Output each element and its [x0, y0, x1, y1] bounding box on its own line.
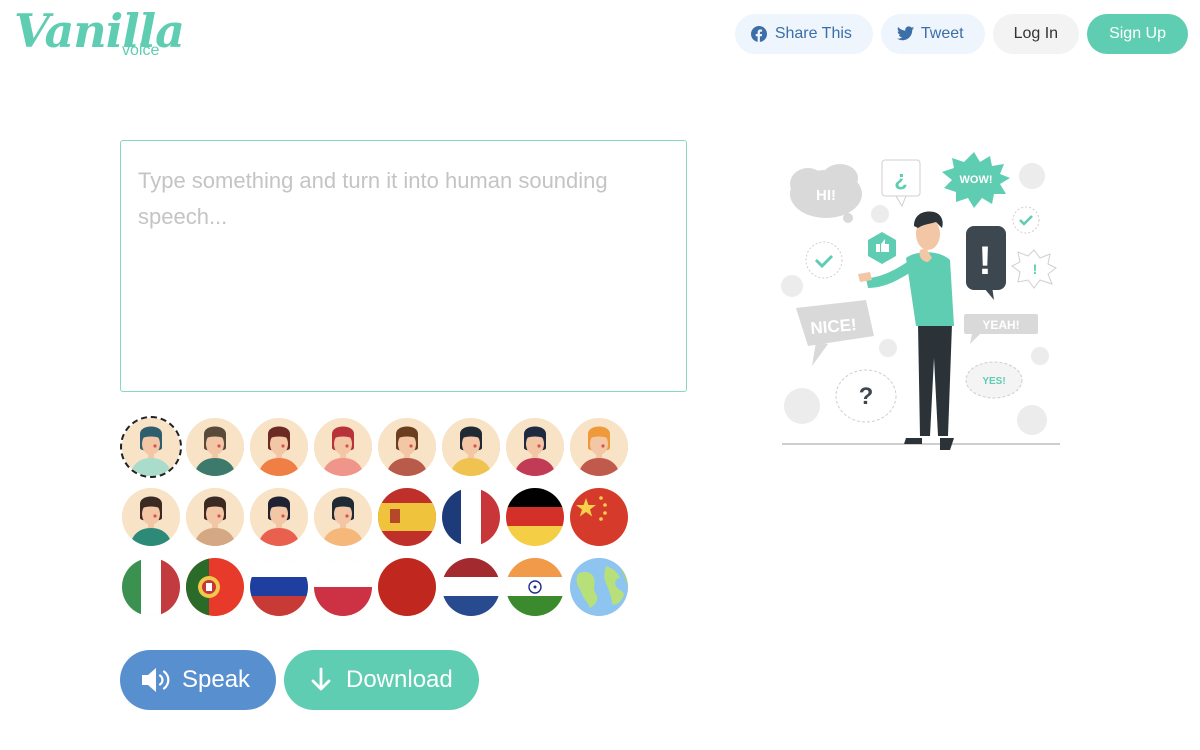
voice-avatar-man-yellow-jacket[interactable] — [442, 418, 500, 476]
speak-button[interactable]: Speak — [120, 650, 276, 710]
language-flag-germany[interactable] — [506, 488, 564, 546]
woman-red-bob-avatar-icon — [314, 418, 372, 476]
language-flag-russia[interactable] — [250, 558, 308, 616]
twitter-bird-icon — [896, 26, 914, 42]
voice-avatar-woman-long-brown-hair[interactable] — [250, 418, 308, 476]
woman-long-brown-hair-avatar-icon — [250, 418, 308, 476]
facebook-icon — [750, 26, 767, 42]
man-tan-shirt-avatar-icon — [186, 488, 244, 546]
russia-flag-icon — [250, 558, 308, 616]
share-this-label: Share This — [774, 25, 852, 42]
poland-flag-icon — [314, 558, 372, 616]
language-flag-italy[interactable] — [122, 558, 180, 616]
france-flag-icon — [442, 488, 500, 546]
woman-teal-hair-avatar-icon — [122, 418, 180, 476]
sign-up-button[interactable]: Sign Up — [1087, 14, 1188, 54]
portugal-flag-icon — [186, 558, 244, 616]
speak-label: Speak — [182, 666, 251, 693]
language-flag-china[interactable] — [570, 488, 628, 546]
yeah-bubble: YEAH! — [964, 314, 1038, 344]
voice-selector-grid — [120, 416, 634, 616]
arrow-down-icon — [310, 667, 332, 693]
world-flag-icon — [570, 558, 628, 616]
speaker-volume-icon — [140, 666, 172, 694]
svg-text:YEAH!: YEAH! — [982, 318, 1019, 332]
svg-text:¿: ¿ — [894, 166, 907, 191]
hi-bubble: HI! — [790, 164, 862, 223]
woman-short-dark-hair-avatar-icon — [122, 488, 180, 546]
woman-orange-hair-avatar-icon — [570, 418, 628, 476]
man-yellow-jacket-avatar-icon — [442, 418, 500, 476]
woman-waving-avatar-icon — [250, 488, 308, 546]
man-orange-cardigan-avatar-icon — [314, 488, 372, 546]
vanilla-voice-logo[interactable]: Vanilla voice — [14, 4, 185, 66]
thumbs-up-bubble — [868, 232, 896, 264]
tweet-label: Tweet — [920, 25, 964, 42]
language-flag-portugal[interactable] — [186, 558, 244, 616]
voice-avatar-man-glasses[interactable] — [506, 418, 564, 476]
japan-flag-icon — [378, 558, 436, 616]
voice-avatar-woman-short-dark-hair[interactable] — [122, 488, 180, 546]
svg-text:NICE!: NICE! — [810, 315, 858, 338]
svg-text:!: ! — [978, 239, 991, 283]
speech-text-input[interactable] — [121, 141, 686, 391]
language-flag-japan[interactable] — [378, 558, 436, 616]
svg-text:?: ? — [859, 383, 874, 410]
man-green-shirt-avatar-icon — [186, 418, 244, 476]
share-this-button[interactable]: Share This — [734, 14, 873, 54]
spain-flag-icon — [378, 488, 436, 546]
inverted-question-bubble: ¿ — [881, 159, 921, 208]
man-glasses-avatar-icon — [506, 418, 564, 476]
yes-bubble: YES! — [965, 361, 1023, 399]
voice-avatar-woman-waving[interactable] — [250, 488, 308, 546]
header-nav: Share This Tweet Log In Sign Up — [734, 14, 1188, 54]
question-bubble: ? — [835, 369, 897, 423]
man-plaid-jacket-avatar-icon — [378, 418, 436, 476]
thinking-man-speech-bubbles-illustration: HI! ¿ WOW! ! ! NICE! YEAH! YES! ? — [778, 148, 1068, 458]
log-in-button[interactable]: Log In — [992, 14, 1080, 54]
language-flag-france[interactable] — [442, 488, 500, 546]
logo-tagline: voice — [122, 42, 160, 59]
nice-bubble: NICE! — [796, 300, 874, 366]
tweet-button[interactable]: Tweet — [880, 14, 985, 54]
voice-avatar-man-orange-cardigan[interactable] — [314, 488, 372, 546]
language-flag-poland[interactable] — [314, 558, 372, 616]
china-flag-icon — [570, 488, 628, 546]
germany-flag-icon — [506, 488, 564, 546]
svg-text:YES!: YES! — [982, 376, 1005, 387]
download-label: Download — [346, 666, 453, 693]
netherlands-flag-icon — [442, 558, 500, 616]
india-flag-icon — [506, 558, 564, 616]
exclamation-starburst: ! — [1011, 249, 1057, 289]
language-flag-spain[interactable] — [378, 488, 436, 546]
download-button[interactable]: Download — [284, 650, 479, 710]
svg-text:WOW!: WOW! — [960, 174, 993, 186]
italy-flag-icon — [122, 558, 180, 616]
wow-bubble: WOW! — [942, 152, 1010, 208]
svg-text:HI!: HI! — [816, 187, 836, 204]
voice-avatar-woman-red-bob[interactable] — [314, 418, 372, 476]
voice-avatar-man-green-shirt[interactable] — [186, 418, 244, 476]
voice-avatar-man-plaid-jacket[interactable] — [378, 418, 436, 476]
page: Vanilla voice Share This Tweet Log In Si… — [0, 0, 1200, 750]
exclamation-bubble-dark: ! — [966, 226, 1006, 300]
svg-text:!: ! — [1033, 261, 1038, 277]
voice-avatar-woman-teal-hair[interactable] — [120, 416, 182, 478]
language-flag-world[interactable] — [570, 558, 628, 616]
language-flag-netherlands[interactable] — [442, 558, 500, 616]
language-flag-india[interactable] — [506, 558, 564, 616]
voice-avatar-woman-orange-hair[interactable] — [570, 418, 628, 476]
text-input-box — [120, 140, 687, 392]
voice-avatar-man-tan-shirt[interactable] — [186, 488, 244, 546]
